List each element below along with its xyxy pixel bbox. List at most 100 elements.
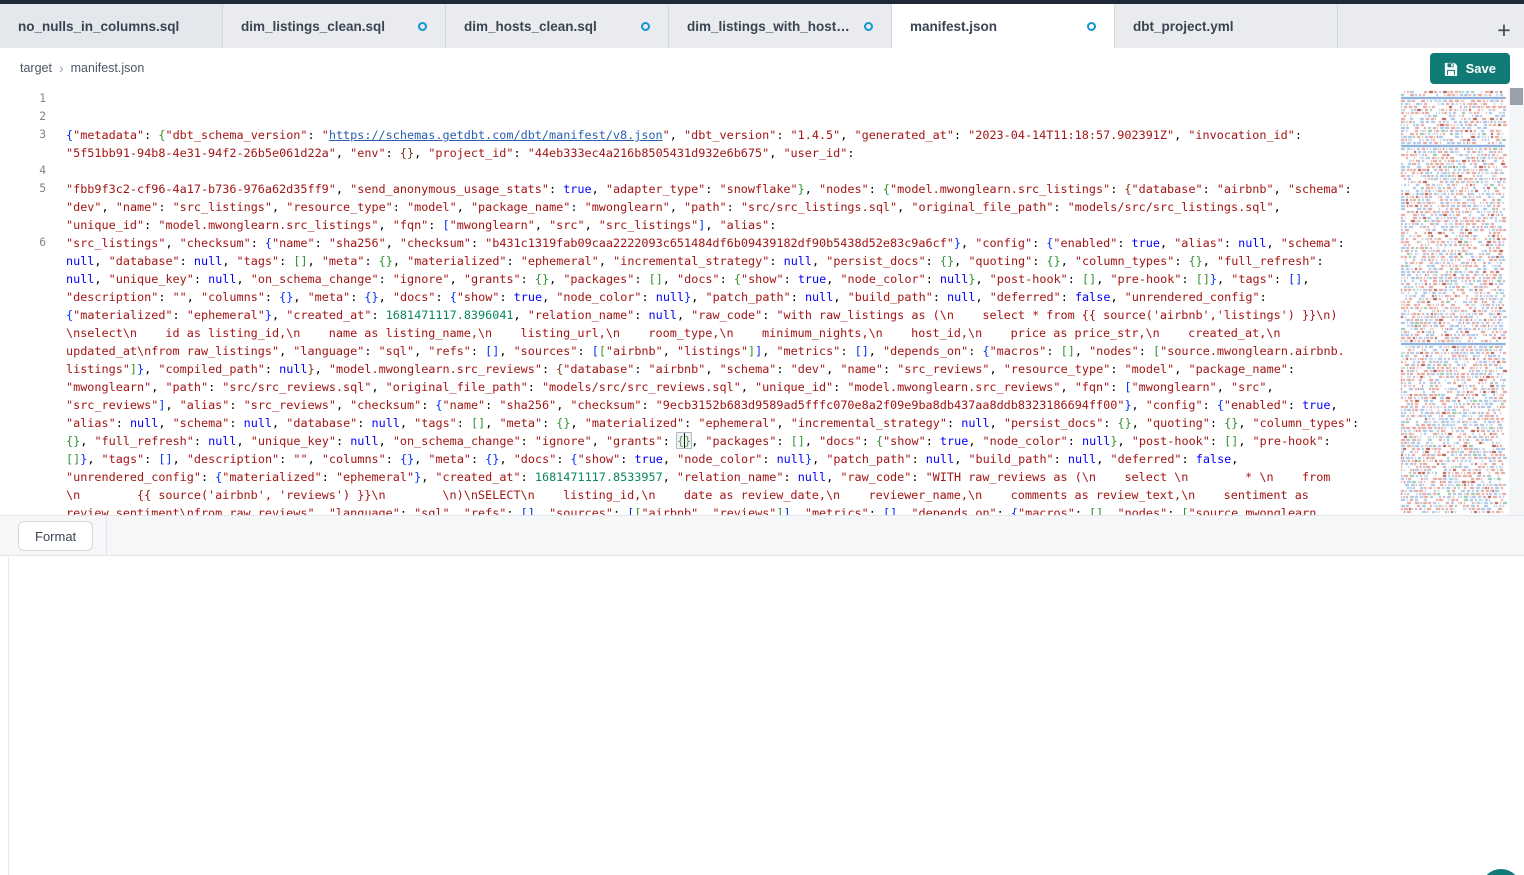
code-line[interactable]: []}, "tags": [], "description": "", "col… <box>0 450 1400 468</box>
line-number <box>0 216 66 234</box>
code-text: updated_at\nfrom raw_listings", "languag… <box>66 342 1345 360</box>
code-text: "5f51bb91-94b8-4e31-94f2-26b5e061d22a", … <box>66 144 854 162</box>
code-text: "mwonglearn", "path": "src/src_reviews.s… <box>66 378 1274 396</box>
tab-label: dim_listings_with_hosts.sql <box>687 19 854 34</box>
format-bar-divider <box>106 516 107 555</box>
code-line[interactable]: "description": "", "columns": {}, "meta"… <box>0 288 1400 306</box>
code-line[interactable]: \nselect\n id as listing_id,\n name as l… <box>0 324 1400 342</box>
line-number <box>0 198 66 216</box>
code-line[interactable]: updated_at\nfrom raw_listings", "languag… <box>0 342 1400 360</box>
code-text: null, "database": null, "tags": [], "met… <box>66 252 1324 270</box>
panel-edge-divider <box>8 557 9 875</box>
editor-scrollbar[interactable] <box>1509 88 1524 515</box>
line-number: 4 <box>0 162 66 180</box>
line-number <box>0 378 66 396</box>
unsaved-dot-icon <box>1087 22 1096 31</box>
tab-dbt-project-yml[interactable]: dbt_project.yml <box>1115 4 1338 48</box>
text-caret <box>684 433 686 448</box>
format-bar: Format <box>0 515 1524 556</box>
line-number <box>0 396 66 414</box>
line-number <box>0 360 66 378</box>
line-number: 5 <box>0 180 66 198</box>
code-line[interactable]: 5"fbb9f3c2-cf96-4a17-b736-976a62d35ff9",… <box>0 180 1400 198</box>
line-number <box>0 288 66 306</box>
scrollbar-thumb[interactable] <box>1510 88 1523 105</box>
line-number <box>0 468 66 486</box>
tab-strip: no_nulls_in_columns.sql dim_listings_clea… <box>0 4 1338 48</box>
tab-label: dbt_project.yml <box>1133 19 1234 34</box>
line-number <box>0 270 66 288</box>
tab-dim-listings-clean-sql[interactable]: dim_listings_clean.sql <box>223 4 446 48</box>
code-line[interactable]: 3{"metadata": {"dbt_schema_version": "ht… <box>0 126 1400 144</box>
line-number <box>0 342 66 360</box>
plus-icon: + <box>1497 17 1510 43</box>
tab-label: dim_hosts_clean.sql <box>464 19 597 34</box>
line-number: 3 <box>0 126 66 144</box>
code-line[interactable]: 6"src_listings", "checksum": {"name": "s… <box>0 234 1400 252</box>
tab-dim-listings-with-hosts-sql[interactable]: dim_listings_with_hosts.sql <box>669 4 892 48</box>
breadcrumb-folder[interactable]: target <box>20 61 52 75</box>
bottom-panel <box>0 556 1524 875</box>
code-line[interactable]: "unrendered_config": {"materialized": "e… <box>0 468 1400 486</box>
code-line[interactable]: listings"]}, "compiled_path": null}, "mo… <box>0 360 1400 378</box>
code-line[interactable]: "5f51bb91-94b8-4e31-94f2-26b5e061d22a", … <box>0 144 1400 162</box>
code-editor[interactable]: 123{"metadata": {"dbt_schema_version": "… <box>0 88 1524 516</box>
code-line[interactable]: "unique_id": "model.mwonglearn.src_listi… <box>0 216 1400 234</box>
code-line[interactable]: 4 <box>0 162 1400 180</box>
code-line[interactable]: 1 <box>0 90 1400 108</box>
save-button[interactable]: Save <box>1430 53 1510 84</box>
code-text: "description": "", "columns": {}, "meta"… <box>66 288 1267 306</box>
code-text: {"materialized": "ephemeral"}, "created_… <box>66 306 1338 324</box>
code-line[interactable]: "src_reviews"], "alias": "src_reviews", … <box>0 396 1400 414</box>
code-text: "alias": null, "schema": null, "database… <box>66 414 1359 432</box>
code-line[interactable]: {"materialized": "ephemeral"}, "created_… <box>0 306 1400 324</box>
code-line[interactable]: "alias": null, "schema": null, "database… <box>0 414 1400 432</box>
line-number <box>0 144 66 162</box>
unsaved-dot-icon <box>418 22 427 31</box>
tab-manifest-json[interactable]: manifest.json <box>892 4 1115 48</box>
code-line[interactable]: {}, "full_refresh": null, "unique_key": … <box>0 432 1400 450</box>
code-text: \n {{ source('airbnb', 'reviews') }}\n \… <box>66 486 1309 504</box>
code-text: null, "unique_key": null, "on_schema_cha… <box>66 270 1309 288</box>
line-number <box>0 450 66 468</box>
code-line[interactable]: \n {{ source('airbnb', 'reviews') }}\n \… <box>0 486 1400 504</box>
tab-no-nulls-in-columns-sql[interactable]: no_nulls_in_columns.sql <box>0 4 223 48</box>
line-number: 1 <box>0 90 66 108</box>
code-line[interactable]: "dev", "name": "src_listings", "resource… <box>0 198 1400 216</box>
unsaved-dot-icon <box>864 22 873 31</box>
code-text: "src_reviews"], "alias": "src_reviews", … <box>66 396 1338 414</box>
code-line[interactable]: null, "database": null, "tags": [], "met… <box>0 252 1400 270</box>
code-text: "unique_id": "model.mwonglearn.src_listi… <box>66 216 776 234</box>
line-number <box>0 486 66 504</box>
code-text: {}, "full_refresh": null, "unique_key": … <box>66 432 1331 450</box>
code-text: []}, "tags": [], "description": "", "col… <box>66 450 1238 468</box>
code-text: "unrendered_config": {"materialized": "e… <box>66 468 1330 486</box>
code-text: listings"]}, "compiled_path": null}, "mo… <box>66 360 1295 378</box>
unsaved-dot-icon <box>641 22 650 31</box>
tab-label: no_nulls_in_columns.sql <box>18 19 179 34</box>
code-text: "src_listings", "checksum": {"name": "sh… <box>66 234 1345 252</box>
code-line[interactable]: null, "unique_key": null, "on_schema_cha… <box>0 270 1400 288</box>
line-number <box>0 306 66 324</box>
format-label: Format <box>35 529 76 544</box>
tab-label: manifest.json <box>910 19 997 34</box>
app-root: no_nulls_in_columns.sql dim_listings_clea… <box>0 0 1524 875</box>
save-label: Save <box>1466 61 1496 76</box>
breadcrumb-file: manifest.json <box>71 61 145 75</box>
new-tab-button[interactable]: + <box>1490 16 1518 44</box>
tab-bar: no_nulls_in_columns.sql dim_listings_clea… <box>0 4 1524 48</box>
tab-dim-hosts-clean-sql[interactable]: dim_hosts_clean.sql <box>446 4 669 48</box>
tab-label: dim_listings_clean.sql <box>241 19 385 34</box>
format-button[interactable]: Format <box>18 521 93 551</box>
code-text: {"metadata": {"dbt_schema_version": "htt… <box>66 126 1302 144</box>
breadcrumb: target › manifest.json <box>20 48 144 88</box>
code-text: \nselect\n id as listing_id,\n name as l… <box>66 324 1281 342</box>
code-line[interactable]: 2 <box>0 108 1400 126</box>
code-text: "fbb9f3c2-cf96-4a17-b736-976a62d35ff9", … <box>66 180 1352 198</box>
line-number: 2 <box>0 108 66 126</box>
code-line[interactable]: "mwonglearn", "path": "src/src_reviews.s… <box>0 378 1400 396</box>
code-text: "dev", "name": "src_listings", "resource… <box>66 198 1281 216</box>
breadcrumb-bar: target › manifest.json Save <box>0 48 1524 88</box>
minimap[interactable] <box>1400 88 1508 515</box>
save-icon <box>1444 62 1458 76</box>
